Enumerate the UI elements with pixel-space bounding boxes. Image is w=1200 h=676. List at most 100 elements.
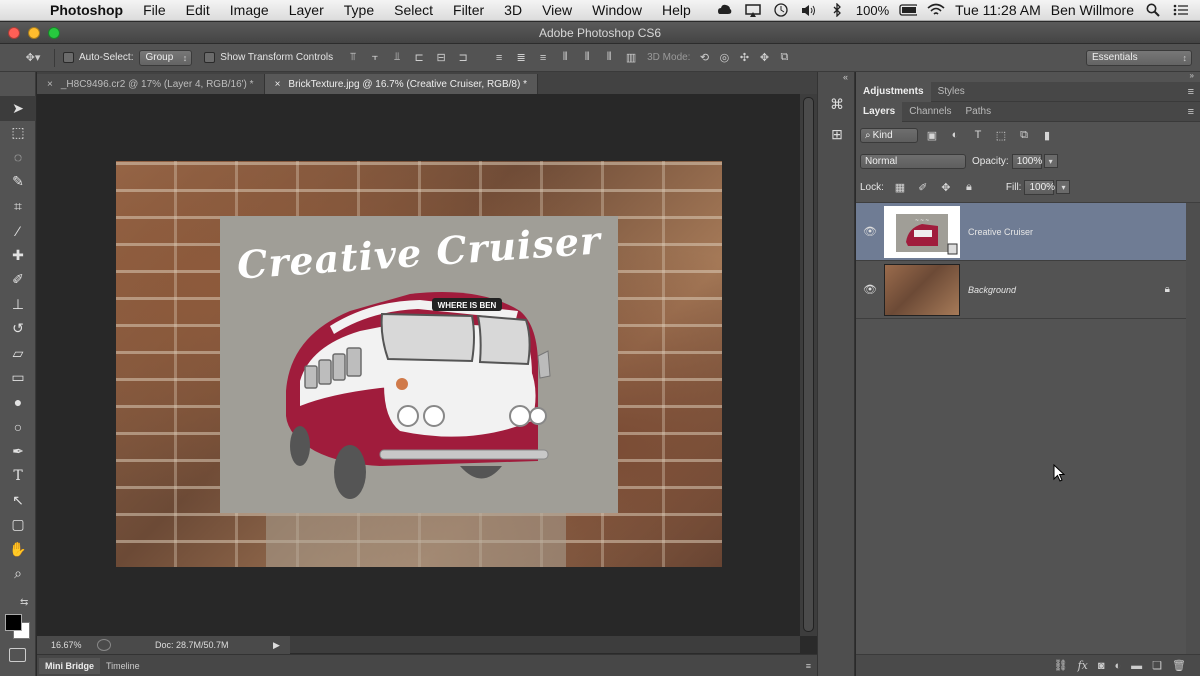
menu-help[interactable]: Help (652, 2, 701, 18)
filter-pixel-icon[interactable]: ▣ (923, 126, 941, 144)
move-tool-icon[interactable]: ➤ (0, 96, 36, 121)
zoom-tool-icon[interactable]: ⌕ (0, 562, 36, 587)
tab-mini-bridge[interactable]: Mini Bridge (39, 657, 100, 674)
lock-position-icon[interactable]: ✥ (937, 178, 955, 196)
battery-icon[interactable] (899, 3, 918, 18)
new-layer-icon[interactable]: ❏ (1152, 659, 1162, 672)
show-transform-checkbox[interactable] (204, 52, 216, 63)
distribute-bottom-icon[interactable]: ≡ (535, 50, 551, 66)
panel-menu-icon[interactable]: ≡ (1188, 86, 1194, 98)
minimize-window-button[interactable] (28, 26, 40, 39)
lock-image-icon[interactable]: ✐ (914, 178, 932, 196)
align-vcenter-icon[interactable]: ⫟ (367, 50, 383, 66)
align-hcenter-icon[interactable]: ⊟ (433, 50, 449, 66)
lasso-tool-icon[interactable]: ◌ (0, 145, 36, 170)
opacity-dropdown-arrow[interactable]: ▾ (1043, 154, 1058, 168)
new-group-icon[interactable]: ▬ (1131, 660, 1142, 672)
layer-name[interactable]: Creative Cruiser (968, 227, 1033, 237)
quick-mask-icon[interactable] (9, 648, 26, 662)
layer-thumbnail[interactable] (884, 263, 960, 316)
rectangle-tool-icon[interactable]: ▢ (0, 513, 36, 538)
tab-adjustments[interactable]: Adjustments (856, 81, 931, 102)
notification-center-icon[interactable] (1172, 3, 1190, 18)
filter-smart-object-icon[interactable]: ⧉ (1015, 126, 1033, 144)
scroll-thumb[interactable] (803, 97, 814, 632)
align-bottom-icon[interactable]: ⫫ (389, 50, 405, 66)
tab-layers[interactable]: Layers (856, 101, 903, 122)
eraser-tool-icon[interactable]: ▱ (0, 341, 36, 366)
auto-align-icon[interactable]: ▥ (623, 50, 639, 66)
layers-scrollbar[interactable] (1186, 203, 1200, 655)
visibility-eye-icon[interactable]: 👁︎ (856, 283, 884, 296)
panel-menu-icon[interactable]: ≡ (806, 661, 811, 671)
lock-all-icon[interactable]: 🔒︎ (960, 178, 978, 196)
zoom-level[interactable]: 16.67% (51, 640, 97, 650)
tab-styles[interactable]: Styles (931, 82, 972, 102)
clone-stamp-tool-icon[interactable]: ⊥ (0, 292, 36, 317)
auto-select-checkbox[interactable] (63, 52, 74, 63)
menu-select[interactable]: Select (384, 2, 443, 18)
workspace-dropdown[interactable]: Essentials (1086, 49, 1192, 66)
tab-paths[interactable]: Paths (959, 102, 999, 122)
pen-tool-icon[interactable]: ✒ (0, 439, 36, 464)
layer-style-icon[interactable]: fx (1078, 659, 1088, 672)
hand-tool-icon[interactable]: ✋ (0, 537, 36, 562)
3d-roll-icon[interactable]: ◎ (716, 50, 732, 66)
3d-scale-icon[interactable]: ⧉ (776, 50, 792, 66)
collapse-panels-icon[interactable]: « (818, 72, 854, 86)
menu-clock[interactable]: Tue 11:28 AM (955, 2, 1041, 18)
status-menu-arrow-icon[interactable]: ▶ (273, 640, 280, 651)
align-top-icon[interactable]: ⫪ (345, 50, 361, 66)
blur-tool-icon[interactable]: ● (0, 390, 36, 415)
vertical-scrollbar[interactable] (800, 94, 817, 636)
foreground-color-swatch[interactable] (5, 614, 22, 631)
dodge-tool-icon[interactable]: ○ (0, 415, 36, 440)
time-machine-icon[interactable] (772, 3, 790, 18)
menu-app-name[interactable]: Photoshop (44, 2, 133, 18)
link-layers-icon[interactable]: ⛓ (1054, 659, 1068, 672)
auto-select-dropdown[interactable]: Group (139, 49, 193, 66)
status-info-icon[interactable] (97, 639, 111, 651)
panel-menu-icon[interactable]: ≡ (1188, 106, 1194, 118)
document-canvas[interactable]: Creative Cruiser WHERE IS BEN (116, 161, 722, 567)
menu-view[interactable]: View (532, 2, 582, 18)
delete-layer-icon[interactable]: 🗑︎ (1172, 659, 1186, 672)
bluetooth-icon[interactable] (828, 3, 846, 18)
gradient-tool-icon[interactable]: ▭ (0, 366, 36, 391)
move-tool-preset-icon[interactable]: ✥▾ (20, 50, 46, 66)
distribute-left-icon[interactable]: ⦀ (557, 50, 573, 66)
menu-layer[interactable]: Layer (279, 2, 334, 18)
creative-cruiser-artwork[interactable]: Creative Cruiser WHERE IS BEN (220, 216, 618, 513)
3d-slide-icon[interactable]: ✥ (756, 50, 772, 66)
opacity-input[interactable]: 100% (1011, 153, 1042, 169)
filter-toggle-icon[interactable]: ▮ (1038, 126, 1056, 144)
menu-edit[interactable]: Edit (176, 2, 220, 18)
3d-drag-icon[interactable]: ✣ (736, 50, 752, 66)
properties-panel-icon[interactable]: ⊞ (818, 122, 856, 146)
layer-name[interactable]: Background (968, 285, 1016, 295)
close-window-button[interactable] (8, 26, 20, 39)
eyedropper-tool-icon[interactable]: ⁄ (0, 219, 36, 244)
wifi-icon[interactable] (927, 3, 945, 18)
marquee-tool-icon[interactable]: ⬚ (0, 121, 36, 146)
tab-channels[interactable]: Channels (902, 102, 958, 122)
filter-shape-icon[interactable]: ⬚ (992, 126, 1010, 144)
menu-file[interactable]: File (133, 2, 176, 18)
fill-dropdown-arrow[interactable]: ▾ (1056, 180, 1071, 194)
3d-rotate-icon[interactable]: ⟲ (696, 50, 712, 66)
blend-mode-dropdown[interactable]: Normal (860, 153, 966, 169)
filter-kind-dropdown[interactable]: ⌕ Kind (860, 127, 918, 143)
zoom-window-button[interactable] (48, 26, 60, 39)
tab-timeline[interactable]: Timeline (100, 658, 146, 674)
close-tab-icon[interactable]: × (47, 79, 53, 90)
distribute-vcenter-icon[interactable]: ≣ (513, 50, 529, 66)
layer-row-background[interactable]: 👁︎ Background 🔒︎ (856, 261, 1186, 319)
adjustment-layer-icon[interactable]: ◐ (1115, 660, 1122, 672)
healing-brush-tool-icon[interactable]: ✚ (0, 243, 36, 268)
spotlight-search-icon[interactable] (1144, 3, 1162, 18)
airplay-icon[interactable] (744, 3, 762, 18)
menu-filter[interactable]: Filter (443, 2, 494, 18)
align-right-icon[interactable]: ⊐ (455, 50, 471, 66)
collapse-right-icon[interactable]: » (856, 72, 1200, 80)
filter-adjustment-icon[interactable]: ◐ (946, 126, 964, 144)
